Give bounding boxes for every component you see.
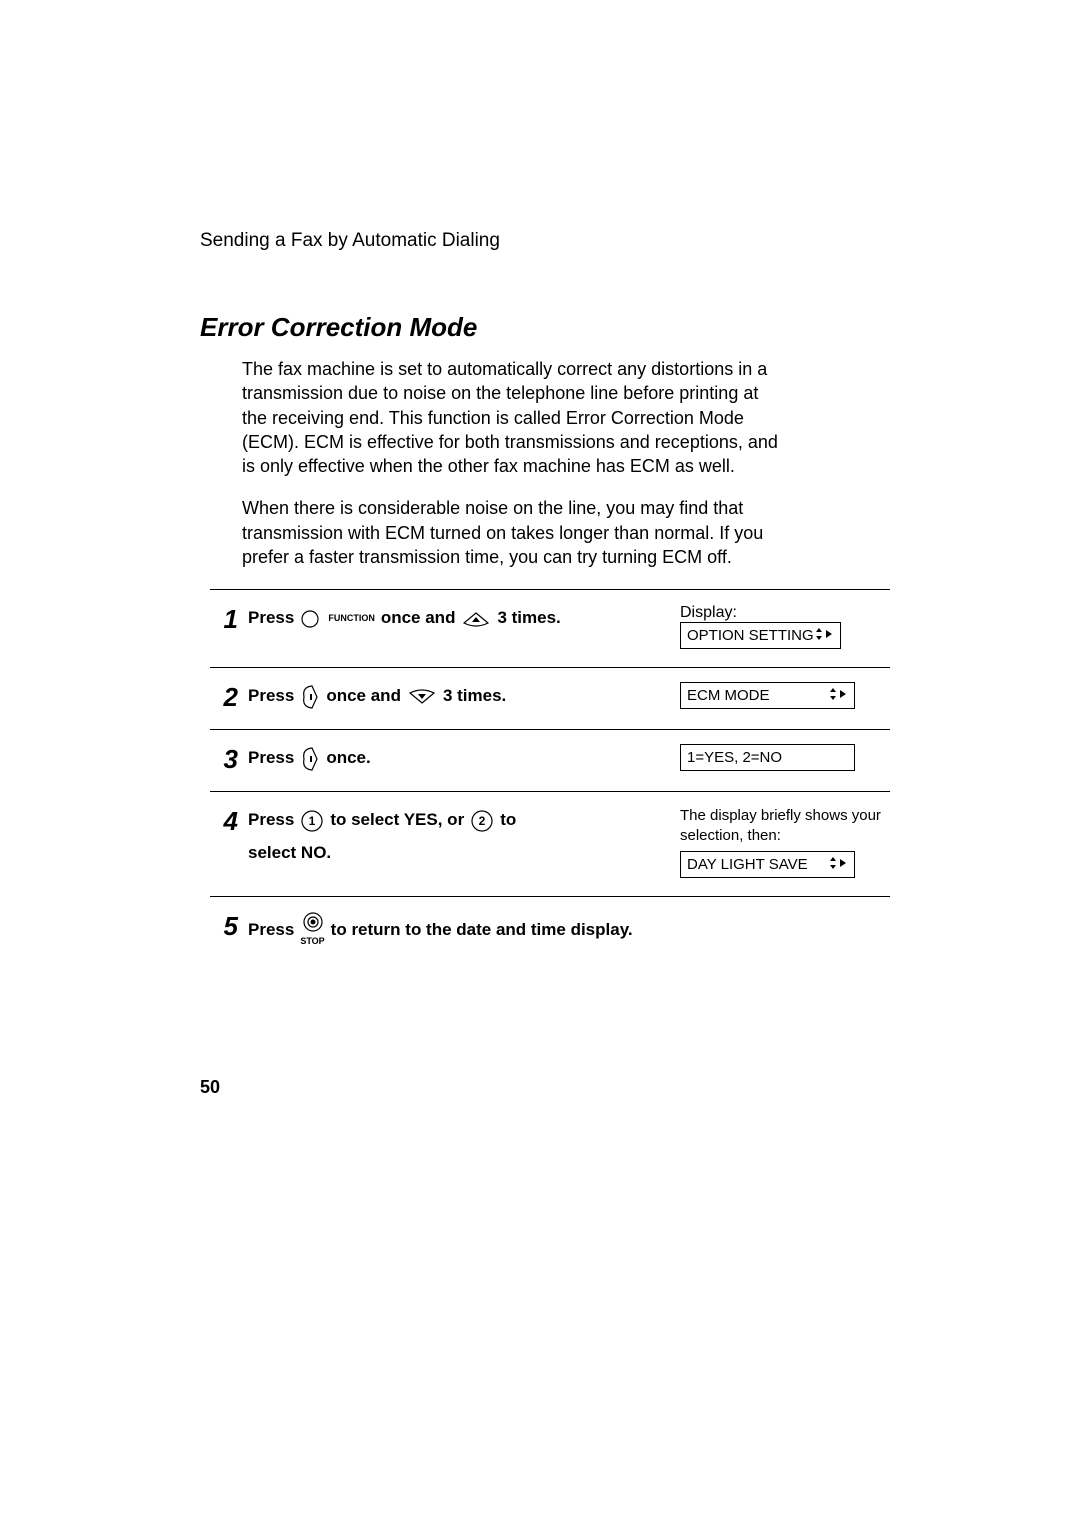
press-label: Press — [248, 682, 294, 711]
lcd-display: DAY LIGHT SAVE — [680, 851, 855, 878]
lcd-text: 1=YES, 2=NO — [687, 749, 848, 766]
lcd-display: OPTION SETTING — [680, 622, 841, 649]
svg-text:2: 2 — [479, 814, 486, 828]
step-number: 1 — [210, 604, 238, 632]
lcd-text: OPTION SETTING — [687, 627, 814, 644]
press-label: Press — [248, 744, 294, 773]
step-5: 5 Press STOP to return to the date and t… — [210, 896, 890, 967]
up-down-right-arrows-icon — [814, 627, 834, 644]
stop-label: STOP — [300, 934, 324, 949]
up-arrow-key-icon — [461, 609, 491, 629]
stop-button-icon: STOP — [300, 911, 324, 949]
right-arrow-key-icon — [300, 745, 320, 773]
text-once-and: once and — [381, 604, 456, 633]
press-label: Press — [248, 604, 294, 633]
step-number: 3 — [210, 744, 238, 772]
paragraph-1: The fax machine is set to automatically … — [242, 357, 787, 478]
running-header: Sending a Fax by Automatic Dialing — [200, 230, 890, 252]
text-select-no: select NO. — [248, 839, 605, 868]
step-number: 5 — [210, 911, 238, 939]
step-2: 2 Press once and 3 times. ECM MODE — [210, 667, 890, 729]
text-once-and: once and — [326, 682, 401, 711]
step-1-instruction: Press FUNCTION once and 3 times. — [248, 604, 561, 633]
display-note: The display briefly shows your selection… — [680, 806, 890, 845]
keypad-2-icon: 2 — [470, 809, 494, 833]
lcd-display: ECM MODE — [680, 682, 855, 709]
step-4-instruction: Press 1 to select YES, or 2 to select NO… — [248, 806, 605, 868]
svg-text:1: 1 — [309, 814, 316, 828]
section-title: Error Correction Mode — [200, 312, 890, 343]
text-3-times: 3 times. — [443, 682, 506, 711]
text-return: to return to the date and time display. — [331, 916, 633, 945]
text-select-yes: to select YES, or — [330, 806, 464, 835]
display-label: Display: — [680, 604, 737, 622]
step-2-instruction: Press once and 3 times. — [248, 682, 506, 711]
keypad-1-icon: 1 — [300, 809, 324, 833]
step-4: 4 Press 1 to select YES, or 2 to select … — [210, 791, 890, 896]
step-3: 3 Press once. 1=YES, 2=NO — [210, 729, 890, 791]
text-once: once. — [326, 744, 370, 773]
step-1: 1 Press FUNCTION once and 3 times. Displ… — [210, 589, 890, 667]
function-label: FUNCTION — [328, 611, 375, 626]
lcd-text: ECM MODE — [687, 687, 828, 704]
page-number: 50 — [200, 1077, 220, 1098]
right-arrow-key-icon — [300, 683, 320, 711]
manual-page: Sending a Fax by Automatic Dialing Error… — [0, 0, 1080, 1528]
function-button-icon — [300, 609, 320, 629]
step-number: 2 — [210, 682, 238, 710]
down-arrow-key-icon — [407, 687, 437, 707]
step-5-instruction: Press STOP to return to the date and tim… — [248, 911, 633, 949]
paragraph-2: When there is considerable noise on the … — [242, 496, 787, 569]
text-3-times: 3 times. — [497, 604, 560, 633]
text-to: to — [500, 806, 516, 835]
press-label: Press — [248, 806, 294, 835]
step-3-instruction: Press once. — [248, 744, 371, 773]
press-label: Press — [248, 916, 294, 945]
step-number: 4 — [210, 806, 238, 834]
up-down-right-arrows-icon — [828, 687, 848, 704]
steps-list: 1 Press FUNCTION once and 3 times. Displ… — [210, 589, 890, 967]
lcd-text: DAY LIGHT SAVE — [687, 856, 828, 873]
lcd-display: 1=YES, 2=NO — [680, 744, 855, 771]
up-down-right-arrows-icon — [828, 856, 848, 873]
